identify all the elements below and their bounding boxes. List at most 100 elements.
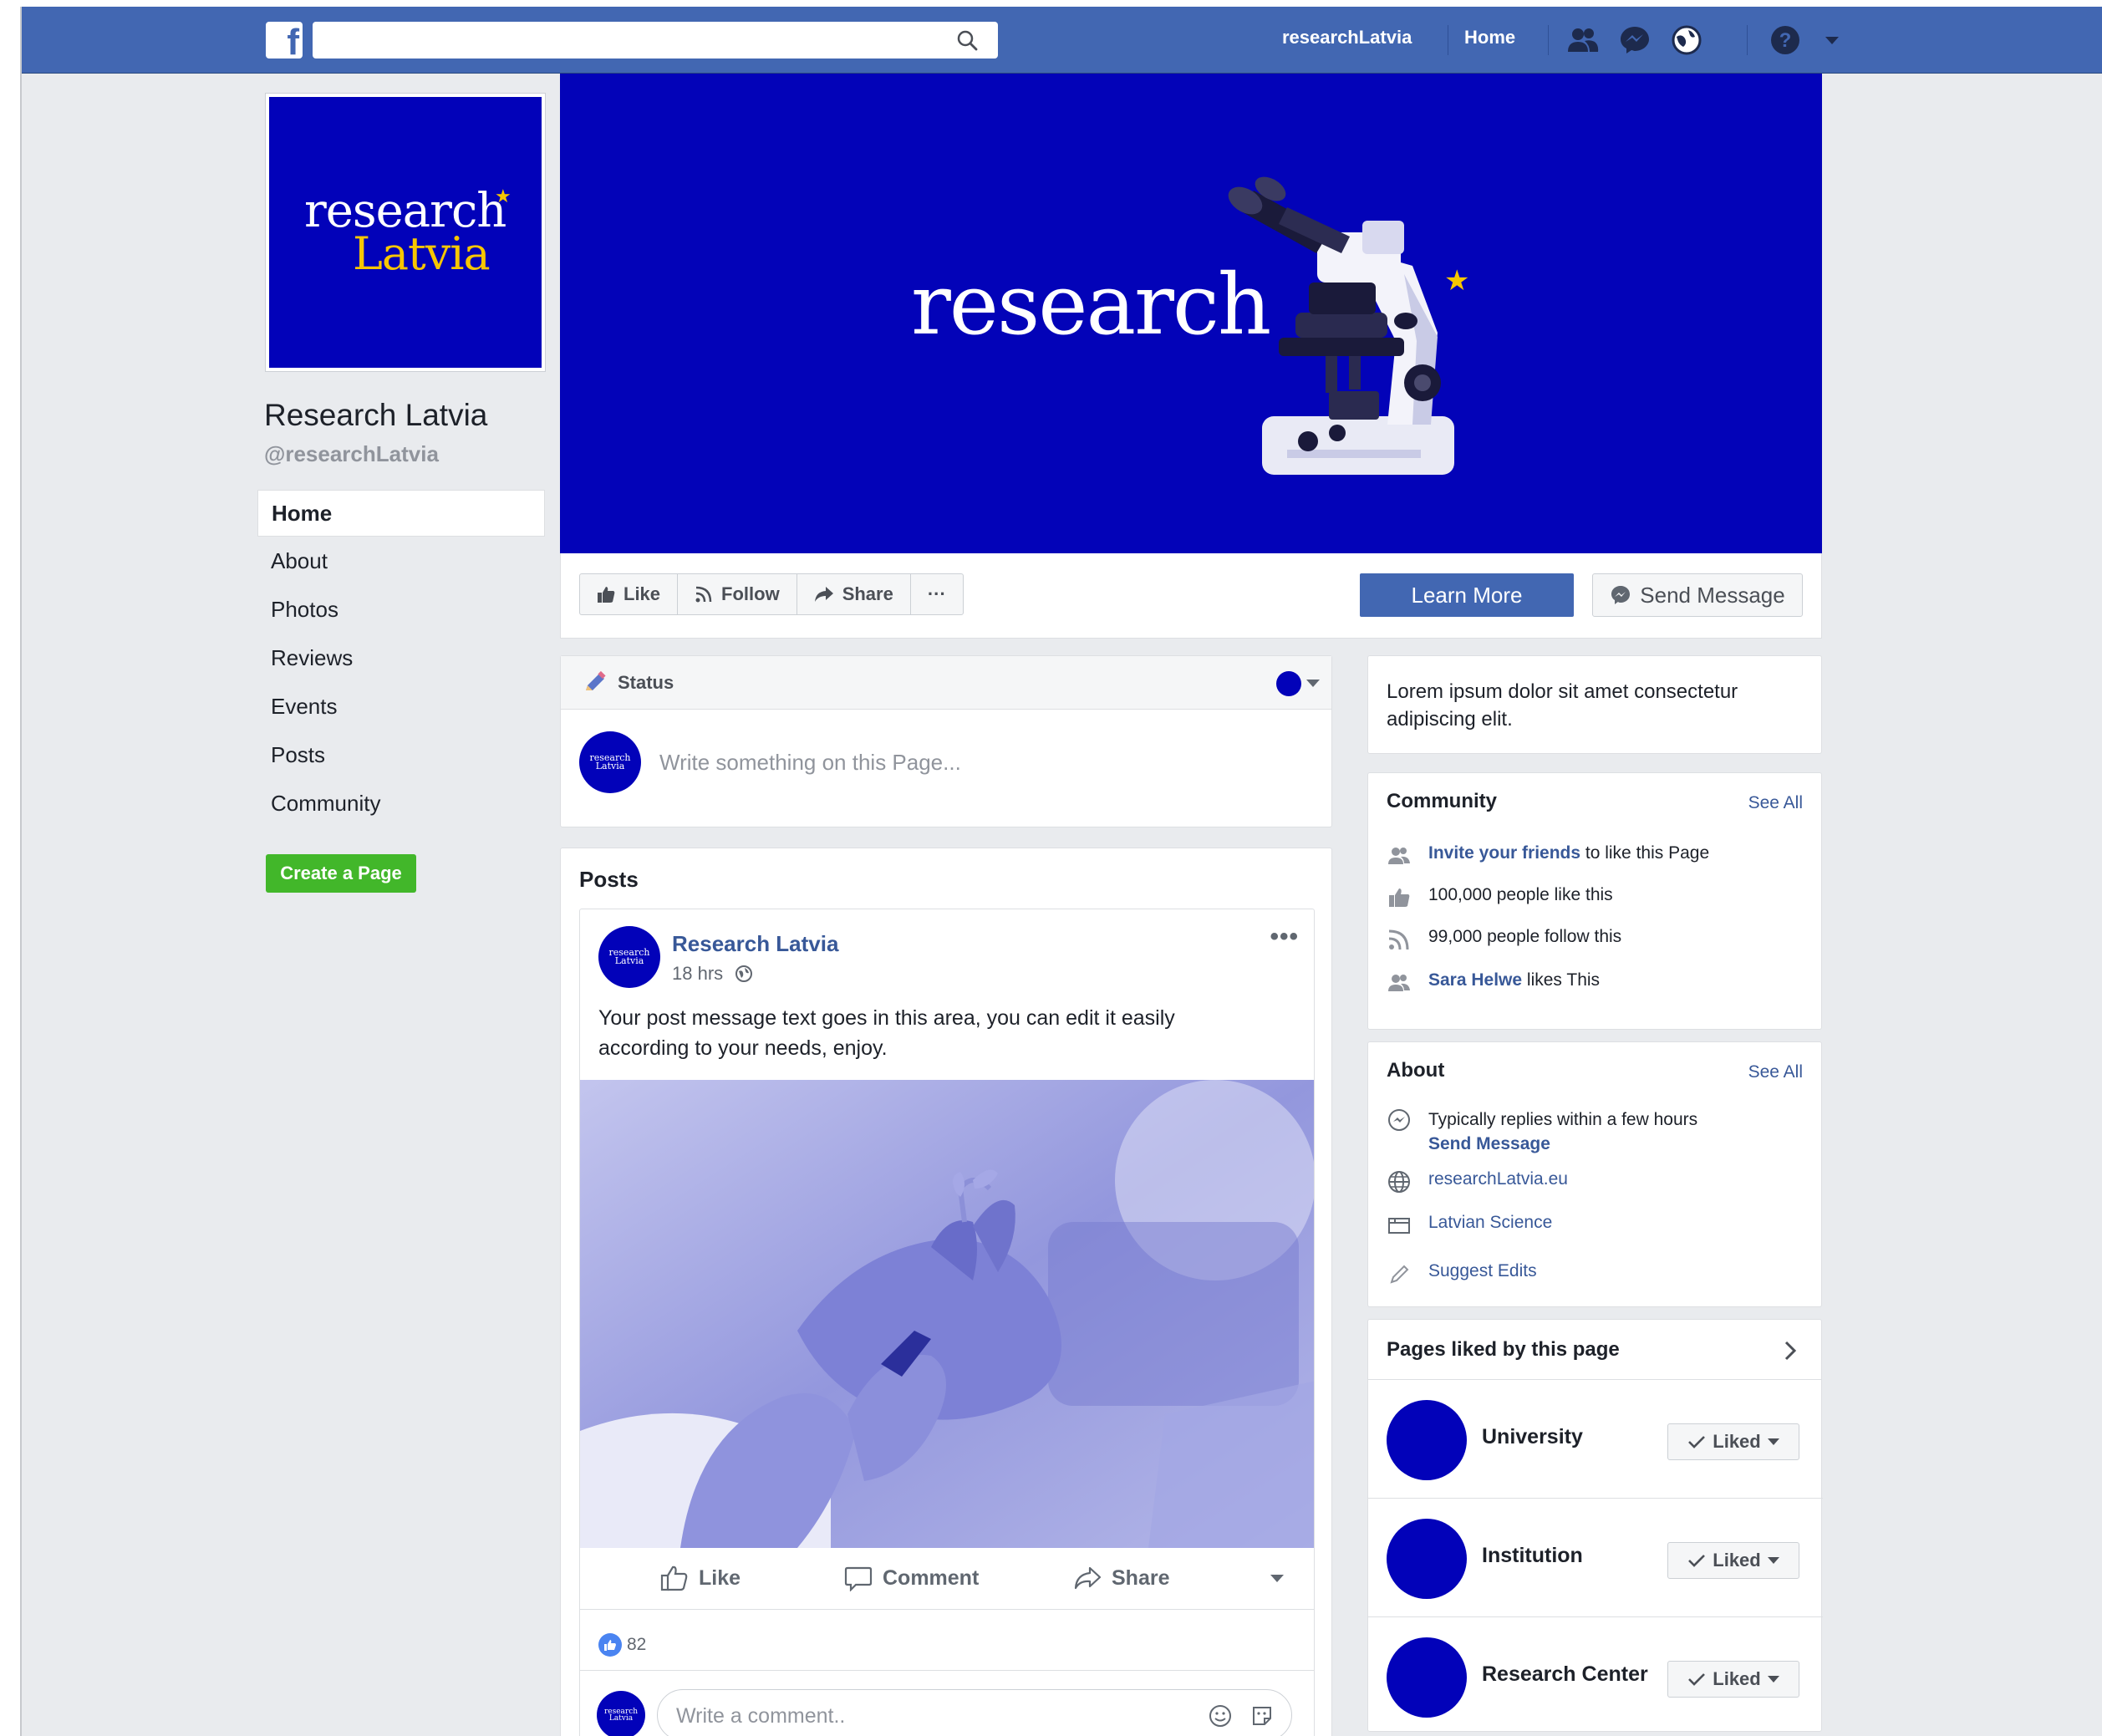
page-handle[interactable]: @researchLatvia [264, 441, 439, 467]
cover-photo[interactable]: research ★ [560, 74, 1822, 553]
friend-likes-text: likes This [1522, 970, 1601, 990]
comment-input[interactable]: Write a comment.. [657, 1689, 1292, 1736]
friends-icon [1388, 975, 1410, 991]
avatar[interactable] [1387, 1637, 1467, 1718]
nav-item-reviews[interactable]: Reviews [257, 634, 545, 682]
search-icon[interactable] [956, 29, 978, 51]
status-tab[interactable]: Status [618, 672, 674, 694]
top-navigation-bar: f researchLatvia Home ? [22, 7, 2102, 74]
nav-item-events[interactable]: Events [257, 682, 545, 731]
nav-item-community[interactable]: Community [257, 779, 545, 827]
rss-follow-icon [695, 586, 712, 603]
help-icon[interactable]: ? [1767, 22, 1804, 59]
follow-label: Follow [721, 583, 780, 604]
suggest-edits-link[interactable]: Suggest Edits [1428, 1261, 1537, 1281]
composer-tab-bar: Status [561, 656, 1331, 710]
facebook-logo-icon[interactable]: f [266, 22, 303, 59]
post-author-link[interactable]: Research Latvia [672, 931, 838, 957]
friends-icon [1388, 848, 1410, 864]
nav-item-posts[interactable]: Posts [257, 731, 545, 779]
friends-icon[interactable] [1565, 22, 1601, 59]
logo-text-latvia: Latvia [353, 227, 491, 280]
avatar[interactable]: research Latvia [598, 926, 660, 988]
post-comment-label: Comment [883, 1565, 980, 1590]
checkmark-icon [1688, 1673, 1706, 1686]
messenger-icon[interactable] [1616, 22, 1653, 59]
caret-down-icon[interactable] [1814, 22, 1850, 59]
community-title[interactable]: Community [1387, 790, 1497, 813]
about-send-message-link[interactable]: Send Message [1428, 1134, 1550, 1153]
page-navigation: Home About Photos Reviews Events Posts C… [257, 490, 545, 827]
create-page-button[interactable]: Create a Page [266, 854, 416, 893]
send-message-button[interactable]: Send Message [1592, 573, 1803, 617]
pages-liked-title: Pages liked by this page [1387, 1338, 1620, 1361]
profile-link[interactable]: researchLatvia [1282, 27, 1412, 48]
public-globe-icon[interactable] [735, 965, 753, 983]
liked-page-row: Research Center Liked [1368, 1617, 1823, 1736]
liked-page-name[interactable]: Institution [1482, 1544, 1583, 1568]
post-meta: 18 hrs [672, 963, 753, 985]
status-composer: Status research Latvia Write something on… [560, 655, 1332, 827]
liked-page-row: Institution Liked [1368, 1499, 1823, 1617]
star-icon: ★ [495, 186, 512, 206]
profile-picture[interactable]: research ★ Latvia [265, 93, 546, 372]
invite-friends-text: to like this Page [1580, 843, 1710, 863]
post-card: research Latvia Research Latvia 18 hrs ••… [579, 909, 1315, 1736]
more-label: ··· [927, 583, 946, 604]
page-title[interactable]: Research Latvia [264, 398, 487, 433]
posts-heading: Posts [579, 867, 639, 892]
sticker-icon[interactable] [1249, 1703, 1275, 1728]
rss-follow-icon [1388, 929, 1409, 950]
post-comment-button[interactable]: Comment [844, 1565, 979, 1591]
emoji-icon[interactable] [1208, 1703, 1233, 1728]
community-see-all-link[interactable]: See All [1748, 793, 1803, 813]
globe-icon [1388, 1171, 1410, 1193]
category-link[interactable]: Latvian Science [1428, 1213, 1552, 1233]
website-row: researchLatvia.eu [1387, 1169, 1568, 1194]
caret-down-icon[interactable] [1306, 680, 1320, 687]
invite-friends-link[interactable]: Invite your friends [1428, 843, 1580, 863]
post-photo-lab-gloves[interactable] [580, 1080, 1315, 1548]
share-button[interactable]: Share [797, 574, 911, 614]
about-see-all-link[interactable]: See All [1748, 1062, 1803, 1082]
pages-liked-header[interactable]: Pages liked by this page [1368, 1320, 1821, 1380]
post-share-button[interactable]: Share [1073, 1565, 1169, 1591]
intro-card: Lorem ipsum dolor sit amet consectetur a… [1367, 655, 1822, 754]
liked-page-name[interactable]: Research Center [1482, 1662, 1648, 1687]
notifications-globe-icon[interactable] [1668, 22, 1705, 59]
home-link[interactable]: Home [1464, 27, 1515, 48]
chevron-right-icon[interactable] [1781, 1340, 1799, 1362]
post-like-button[interactable]: Like [660, 1565, 741, 1591]
caret-down-icon [1767, 1676, 1779, 1683]
follow-button[interactable]: Follow [678, 574, 797, 614]
friend-name-link[interactable]: Sara Helwe [1428, 970, 1522, 990]
like-reaction-icon [598, 1633, 622, 1657]
svg-text:?: ? [1779, 29, 1792, 52]
avatar: research Latvia [579, 731, 641, 793]
nav-item-about[interactable]: About [257, 537, 545, 585]
avatar-text-latvia: Latvia [595, 761, 625, 771]
caret-down-icon[interactable] [1270, 1575, 1284, 1582]
search-input[interactable] [313, 22, 998, 59]
avatar[interactable] [1387, 1519, 1467, 1599]
learn-more-button[interactable]: Learn More [1360, 573, 1574, 617]
page-action-group: Like Follow Share ··· [579, 573, 964, 615]
avatar[interactable] [1387, 1400, 1467, 1480]
more-options-button[interactable]: ··· [911, 574, 963, 614]
liked-page-name[interactable]: University [1482, 1425, 1583, 1449]
liked-button[interactable]: Liked [1667, 1661, 1799, 1698]
liked-button[interactable]: Liked [1667, 1542, 1799, 1579]
website-link[interactable]: researchLatvia.eu [1428, 1169, 1568, 1189]
liked-button[interactable]: Liked [1667, 1423, 1799, 1460]
like-page-button[interactable]: Like [580, 574, 679, 614]
post-options-icon[interactable]: ••• [1270, 923, 1299, 951]
reaction-summary[interactable]: 82 [598, 1633, 646, 1657]
audience-avatar-icon[interactable] [1276, 671, 1301, 696]
nav-item-home[interactable]: Home [257, 490, 545, 537]
thumbs-up-icon [598, 587, 615, 603]
post-timestamp[interactable]: 18 hrs [672, 963, 723, 985]
nav-item-photos[interactable]: Photos [257, 585, 545, 634]
status-input[interactable]: Write something on this Page... [659, 750, 961, 776]
caret-down-icon [1767, 1438, 1779, 1445]
about-title[interactable]: About [1387, 1059, 1444, 1082]
